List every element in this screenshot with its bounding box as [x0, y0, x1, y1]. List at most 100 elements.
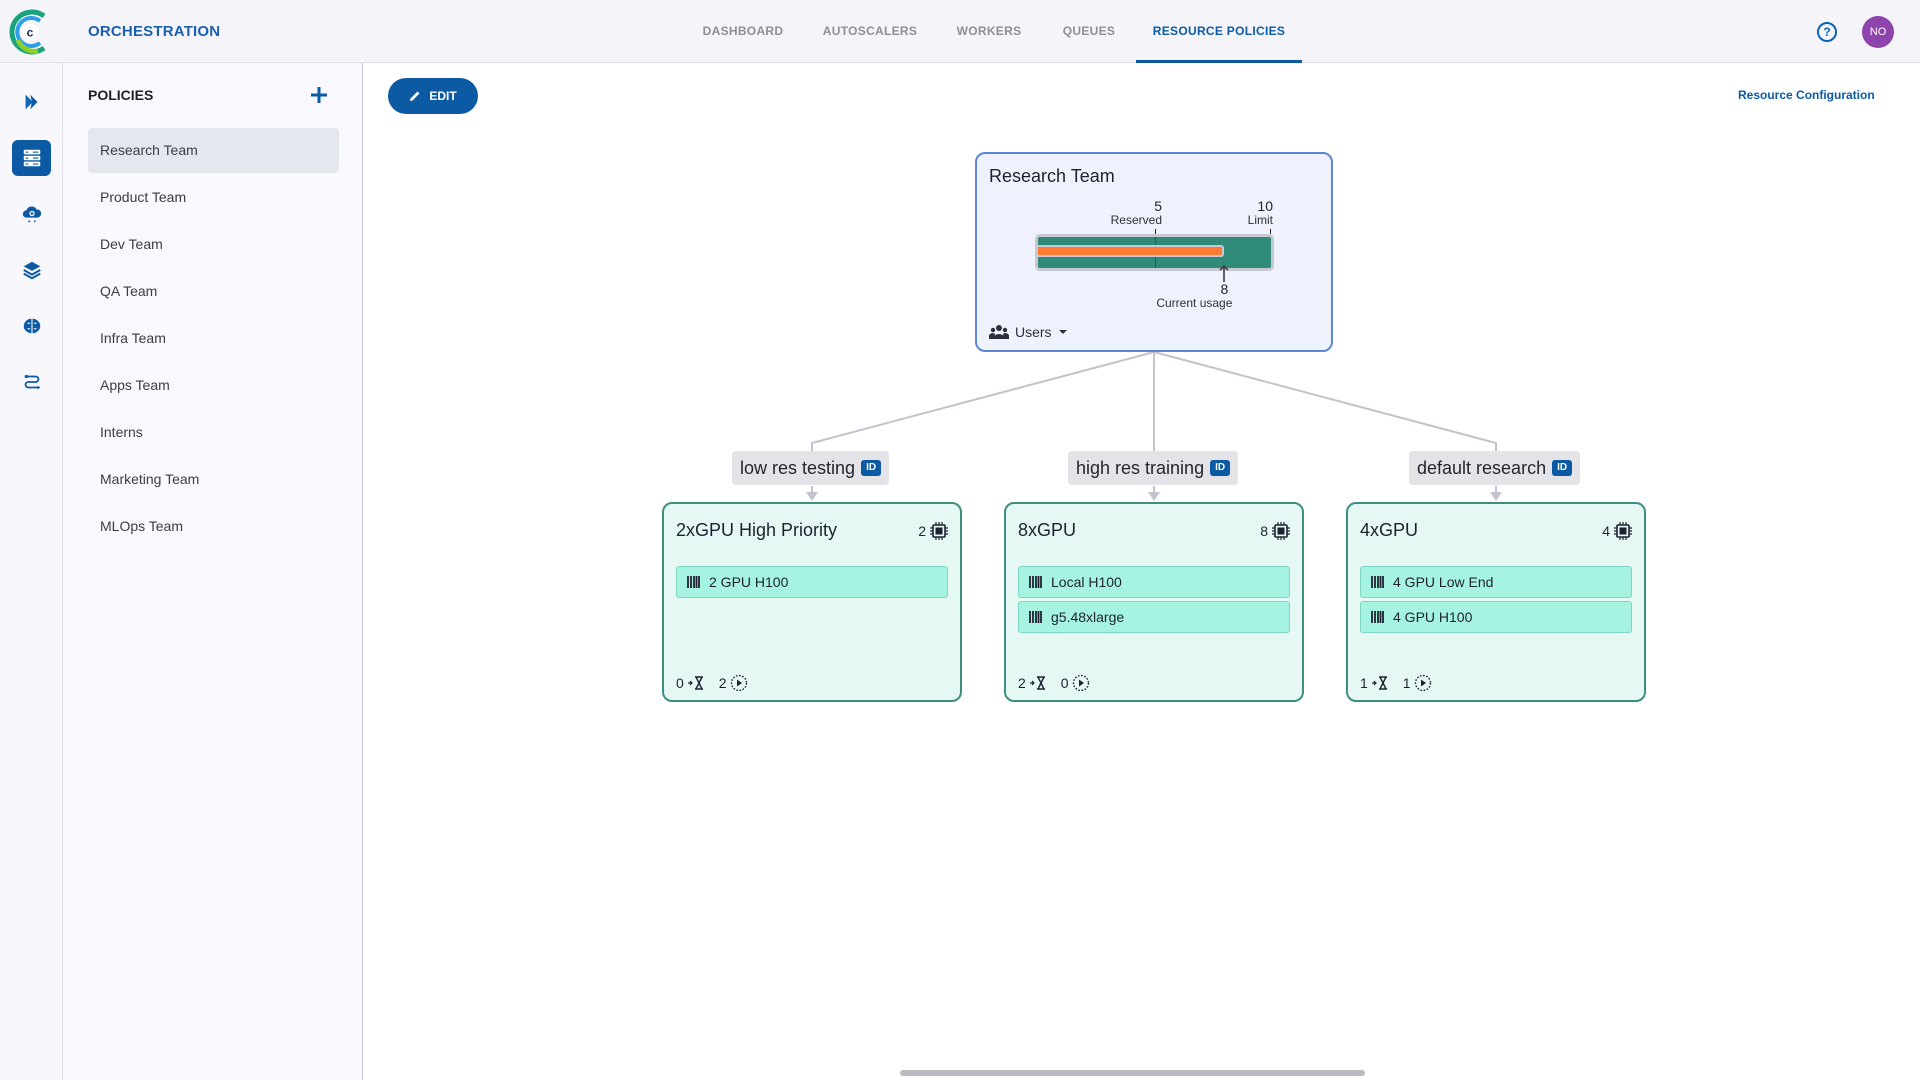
limit-label: Limit — [1247, 213, 1273, 227]
tab-workers[interactable]: WORKERS — [952, 0, 1026, 63]
policy-title: Research Team — [989, 166, 1115, 186]
chip-icon — [1272, 522, 1290, 540]
chevrons-right-icon — [25, 94, 37, 110]
running-count: 1 — [1402, 675, 1411, 691]
users-group-icon — [989, 325, 1009, 339]
current-usage-value: 8 — [1220, 281, 1229, 297]
resource-label: 2 GPU H100 — [709, 574, 789, 590]
current-usage-label: Current usage — [1156, 296, 1233, 310]
resource-item: 2 GPU H100 — [676, 566, 948, 598]
running-count: 2 — [718, 675, 727, 691]
clearml-logo-icon[interactable]: c — [8, 8, 52, 56]
barcode-icon — [1371, 611, 1384, 623]
cloud-gear-icon — [22, 206, 41, 223]
tab-queues[interactable]: QUEUES — [1055, 0, 1123, 63]
resource-item: g5.48xlarge — [1018, 601, 1290, 633]
queue-stats: 2 0 — [1018, 674, 1090, 692]
queue-stats: 0 2 — [676, 674, 748, 692]
tab-dashboard[interactable]: DASHBOARD — [697, 0, 789, 63]
policy-item-product-team[interactable]: Product Team — [88, 175, 339, 220]
server-rack-icon — [23, 149, 40, 167]
usage-bar — [1038, 245, 1225, 257]
gpu-count-value: 2 — [918, 523, 926, 539]
queue-title: 4xGPU — [1360, 520, 1419, 540]
arrowhead-icon — [806, 492, 818, 501]
policy-item-apps-team[interactable]: Apps Team — [88, 363, 339, 408]
barcode-icon — [687, 576, 700, 588]
resource-label: Local H100 — [1051, 574, 1122, 590]
rail-item-cloud[interactable] — [12, 196, 51, 232]
policies-panel: POLICIES Research Team Product Team Dev … — [63, 63, 363, 1080]
queue-link-label[interactable]: low res testing ID — [732, 451, 890, 485]
rail-item-models[interactable] — [12, 308, 51, 344]
limit-value: 10 — [1257, 198, 1273, 214]
queue-card[interactable]: 4xGPU 4 4 GPU Low End 4 GPU H100 1 1 — [1346, 502, 1646, 702]
connector-line — [811, 351, 1155, 451]
play-dotted-circle-icon — [730, 674, 747, 692]
chip-icon — [930, 522, 948, 540]
users-dropdown[interactable]: Users — [989, 324, 1068, 340]
reserved-label: Reserved — [1110, 213, 1162, 227]
gpu-count: 4 — [1602, 522, 1632, 540]
top-header: c ORCHESTRATION DASHBOARD AUTOSCALERS WO… — [0, 0, 1920, 63]
policy-item-infra-team[interactable]: Infra Team — [88, 316, 339, 361]
queue-card[interactable]: 2xGPU High Priority 2 2 GPU H100 0 2 — [662, 502, 962, 702]
queue-stats: 1 1 — [1360, 674, 1432, 692]
pending-count: 2 — [1018, 675, 1026, 691]
gpu-count-value: 8 — [1260, 523, 1268, 539]
pending-stat: 1 — [1360, 675, 1389, 691]
arrowhead-icon — [1148, 492, 1160, 501]
rail-item-routes[interactable] — [12, 364, 51, 400]
gpu-count: 8 — [1260, 522, 1290, 540]
play-dotted-circle-icon — [1072, 674, 1089, 692]
policy-item-interns[interactable]: Interns — [88, 410, 339, 455]
rail-item-pipelines[interactable] — [12, 84, 51, 120]
edge-label-text: default research — [1417, 457, 1547, 478]
reserved-value: 5 — [1154, 198, 1162, 214]
rail-item-datasets[interactable] — [12, 252, 51, 288]
policy-item-marketing-team[interactable]: Marketing Team — [88, 457, 339, 502]
horizontal-scrollbar[interactable] — [900, 1070, 1365, 1076]
rail-item-orchestration[interactable] — [12, 140, 51, 176]
queue-title: 8xGPU — [1018, 520, 1077, 540]
connector-line — [1153, 351, 1497, 451]
running-stat: 2 — [719, 674, 748, 692]
tab-resource-policies[interactable]: RESOURCE POLICIES — [1136, 0, 1302, 63]
policy-graph: Research Team 5 Reserved 10 Limit 8 Curr… — [364, 64, 1920, 1080]
running-count: 0 — [1060, 675, 1069, 691]
quota-bar — [1035, 234, 1274, 271]
hourglass-queued-icon — [687, 676, 703, 690]
edge-label-text: low res testing — [740, 457, 856, 478]
barcode-icon — [1029, 576, 1042, 588]
barcode-icon — [1029, 611, 1042, 623]
policy-item-dev-team[interactable]: Dev Team — [88, 222, 339, 267]
id-badge-icon[interactable]: ID — [1552, 460, 1573, 476]
gpu-count: 2 — [918, 522, 948, 540]
svg-text:c: c — [27, 26, 34, 40]
layers-icon — [22, 261, 41, 280]
pending-stat: 2 — [1018, 675, 1047, 691]
id-badge-icon[interactable]: ID — [1210, 460, 1231, 476]
policy-item-research-team[interactable]: Research Team — [88, 128, 339, 173]
gpu-count-value: 4 — [1602, 523, 1610, 539]
tab-autoscalers[interactable]: AUTOSCALERS — [818, 0, 922, 63]
avatar[interactable]: NO — [1862, 16, 1894, 48]
hourglass-queued-icon — [1029, 676, 1045, 690]
pending-stat: 0 — [676, 675, 705, 691]
id-badge-icon[interactable]: ID — [861, 460, 882, 476]
queue-link-label[interactable]: high res training ID — [1068, 451, 1239, 485]
brain-icon — [23, 318, 40, 334]
policies-title: POLICIES — [88, 87, 154, 103]
running-stat: 0 — [1061, 674, 1090, 692]
policy-item-mlops-team[interactable]: MLOps Team — [88, 504, 339, 549]
plus-icon[interactable] — [309, 85, 329, 105]
nav-rail — [0, 63, 63, 1080]
queue-link-label[interactable]: default research ID — [1409, 451, 1581, 485]
policy-item-qa-team[interactable]: QA Team — [88, 269, 339, 314]
queue-card[interactable]: 8xGPU 8 Local H100 g5.48xlarge 2 0 — [1004, 502, 1304, 702]
resource-label: g5.48xlarge — [1051, 609, 1125, 625]
policy-root-card[interactable]: Research Team 5 Reserved 10 Limit 8 Curr… — [975, 152, 1333, 352]
help-icon[interactable]: ? — [1817, 22, 1837, 42]
resource-label: 4 GPU H100 — [1393, 609, 1473, 625]
caret-down-icon — [1058, 330, 1067, 334]
